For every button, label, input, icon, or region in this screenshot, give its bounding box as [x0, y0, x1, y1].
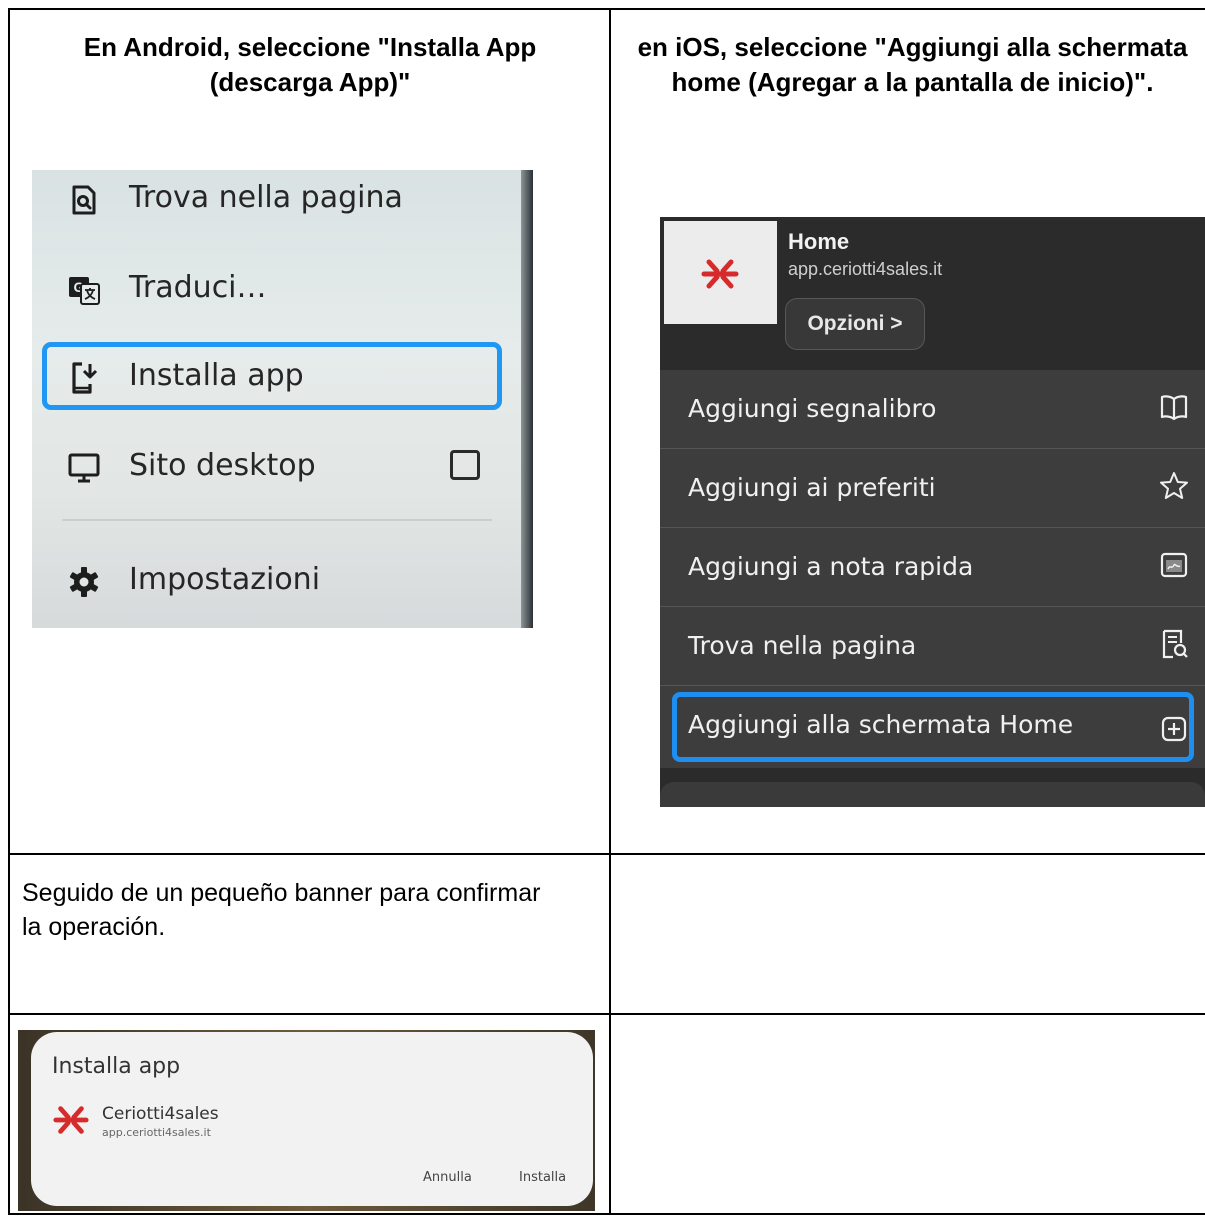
ios-menu-item-label: Trova nella pagina: [688, 631, 917, 660]
ios-instruction-heading: en iOS, seleccione "Aggiungi alla scherm…: [637, 32, 1188, 97]
android-menu-item-label: Trova nella pagina: [129, 180, 403, 215]
options-button[interactable]: Opzioni >: [785, 298, 925, 350]
table-row-divider-1: [8, 853, 1205, 855]
ios-add-home-highlight: [672, 692, 1194, 762]
ios-bottom-sheet: [660, 782, 1205, 807]
ios-menu-item-label: Aggiungi ai preferiti: [688, 473, 936, 502]
ios-menu-item-favorites[interactable]: Aggiungi ai preferiti: [660, 449, 1205, 528]
android-menu-divider: [62, 519, 492, 521]
ios-site-title: Home: [788, 229, 850, 254]
install-dialog-screenshot: Installa app Ceriotti4sales app.ceriotti…: [18, 1030, 595, 1211]
ios-site-url: app.ceriotti4sales.it: [788, 259, 943, 279]
android-menu-screenshot: Trova nella pagina G Traduci… Installa a…: [32, 170, 533, 628]
star-icon: [1160, 472, 1188, 499]
install-dialog-app-url: app.ceriotti4sales.it: [102, 1126, 211, 1139]
ios-menu-item-quick-note[interactable]: Aggiungi a nota rapida: [660, 528, 1205, 607]
ios-menu-item-label: Aggiungi a nota rapida: [688, 552, 974, 581]
ceriotti-logo-icon: [53, 1106, 89, 1134]
table-border-top: [8, 8, 1205, 10]
ios-menu-item-label: Aggiungi segnalibro: [688, 394, 937, 423]
ios-menu-item-bookmark[interactable]: Aggiungi segnalibro: [660, 370, 1205, 449]
confirmation-note: Seguido de un pequeño banner para confir…: [22, 879, 541, 941]
android-menu-item-translate[interactable]: G Traduci…: [32, 260, 512, 320]
ceriotti-logo-icon: [701, 259, 739, 289]
desktop-icon: [68, 453, 100, 483]
table-border-bottom: [8, 1213, 1205, 1215]
android-menu-item-find[interactable]: Trova nella pagina: [32, 170, 512, 230]
install-dialog-app-name: Ceriotti4sales: [102, 1104, 219, 1124]
book-icon: [1160, 395, 1188, 421]
gear-icon: [69, 567, 99, 597]
install-button[interactable]: Installa: [519, 1170, 566, 1185]
ios-menu-item-find[interactable]: Trova nella pagina: [660, 607, 1205, 686]
quick-note-icon: [1160, 552, 1188, 578]
translate-icon: G: [69, 277, 100, 305]
install-dialog: Installa app Ceriotti4sales app.ceriotti…: [31, 1032, 593, 1206]
ios-menu-screenshot: Home app.ceriotti4sales.it Opzioni > Agg…: [660, 217, 1205, 807]
cancel-button[interactable]: Annulla: [423, 1170, 472, 1185]
find-in-page-icon: [72, 185, 96, 215]
find-document-icon: [1162, 629, 1188, 659]
desktop-site-checkbox[interactable]: [450, 450, 480, 480]
android-menu-item-label: Impostazioni: [129, 562, 321, 597]
android-menu-item-settings[interactable]: Impostazioni: [32, 552, 512, 612]
android-menu-item-desktop-site[interactable]: Sito desktop: [32, 438, 512, 498]
table-row-divider-2: [8, 1013, 1205, 1015]
install-dialog-title: Installa app: [52, 1054, 181, 1079]
phone-edge: [521, 170, 533, 628]
android-install-highlight: [42, 342, 502, 410]
site-logo: [664, 221, 777, 324]
table-column-divider: [609, 8, 611, 1215]
android-menu-item-label: Traduci…: [129, 270, 267, 305]
table-border-left: [8, 8, 10, 1215]
android-instruction-heading: En Android, seleccione "Installa App (de…: [83, 32, 537, 97]
android-menu-item-label: Sito desktop: [129, 448, 316, 483]
